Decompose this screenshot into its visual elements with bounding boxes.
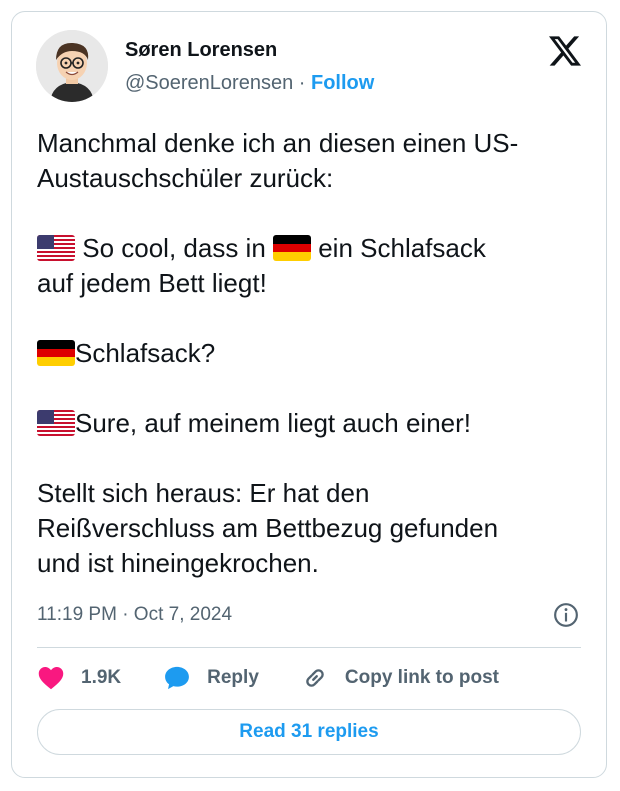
action-bar: 1.9K Reply Copy link to post	[37, 662, 499, 694]
tweet-line: ein Schlafsack	[311, 233, 486, 263]
tweet-line: Sure, auf meinem liegt auch einer!	[75, 408, 471, 438]
speech-bubble-icon	[165, 666, 190, 690]
avatar-image	[36, 30, 108, 102]
tweet-line: Austauschschüler zurück:	[37, 163, 334, 193]
reply-button[interactable]: Reply	[163, 664, 259, 692]
de-flag-icon	[273, 235, 311, 261]
x-logo-icon[interactable]	[549, 36, 581, 66]
tweet-line: So cool, dass in	[75, 233, 273, 263]
tweet-line: Schlafsack?	[75, 338, 216, 368]
de-flag-icon	[37, 340, 75, 366]
tweet-card: Søren Lorensen @SoerenLorensen · Follow …	[11, 11, 607, 778]
tweet-paragraph-4: Sure, auf meinem liegt auch einer!	[37, 406, 597, 441]
tweet-paragraph-1: Manchmal denke ich an diesen einen US- A…	[37, 126, 597, 196]
read-replies-label: Read 31 replies	[239, 721, 379, 742]
tweet-line: und ist hineingekrochen.	[37, 548, 319, 578]
tweet-paragraph-3: Schlafsack?	[37, 336, 597, 371]
tweet-line: Stellt sich heraus: Er hat den	[37, 478, 370, 508]
tweet-line: Reißverschluss am Bettbezug gefunden	[37, 513, 499, 543]
tweet-line: auf jedem Bett liegt!	[37, 268, 267, 298]
divider	[37, 647, 581, 648]
us-flag-icon	[37, 410, 75, 436]
copy-link-label: Copy link to post	[344, 667, 499, 688]
timestamp[interactable]: 11:19 PM · Oct 7, 2024	[37, 602, 232, 628]
separator-dot: ·	[298, 72, 306, 94]
tweet-text: Manchmal denke ich an diesen einen US- A…	[37, 126, 597, 581]
follow-button[interactable]: Follow	[311, 72, 374, 94]
like-button[interactable]: 1.9K	[37, 664, 121, 692]
link-icon	[306, 669, 324, 687]
tweet-paragraph-5: Stellt sich heraus: Er hat den Reißversc…	[37, 476, 597, 581]
heart-icon	[38, 667, 64, 690]
info-icon[interactable]	[553, 602, 579, 628]
reply-label: Reply	[207, 667, 259, 688]
tweet-paragraph-2: So cool, dass in ein Schlafsack auf jede…	[37, 231, 597, 301]
like-count: 1.9K	[81, 667, 122, 688]
us-flag-icon	[37, 235, 75, 261]
author-name[interactable]: Søren Lorensen	[125, 37, 277, 63]
author-handle[interactable]: @SoerenLorensen	[125, 72, 293, 94]
tweet-line: Manchmal denke ich an diesen einen US-	[37, 128, 519, 158]
read-replies-button[interactable]: Read 31 replies	[37, 709, 581, 755]
copy-link-button[interactable]: Copy link to post	[301, 664, 499, 692]
avatar[interactable]	[36, 30, 108, 102]
handle-row: @SoerenLorensen · Follow	[125, 70, 374, 96]
